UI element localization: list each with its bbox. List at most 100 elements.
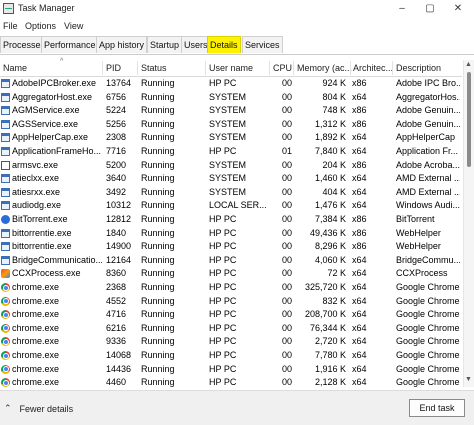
process-name: chrome.exe xyxy=(12,363,60,374)
col-user-name[interactable]: User name xyxy=(209,63,253,73)
process-status: Running xyxy=(141,227,175,238)
scroll-thumb[interactable] xyxy=(467,72,471,167)
tab-services[interactable]: Services xyxy=(242,36,283,53)
maximize-button[interactable]: ▢ xyxy=(416,0,444,16)
table-row[interactable]: chrome.exe 4716 Running HP PC 00 208,700 K x64… xyxy=(0,308,462,321)
table-row[interactable]: chrome.exe 9336 Running HP PC 00 2,720 K x64 Go… xyxy=(0,335,462,348)
process-architecture: x64 xyxy=(352,146,367,156)
table-row[interactable]: chrome.exe 4460 Running HP PC 00 2,128 K x64 Go… xyxy=(0,376,462,387)
col-pid[interactable]: PID xyxy=(106,63,121,73)
process-status: Running xyxy=(141,173,175,184)
scroll-up-icon[interactable]: ▲ xyxy=(465,61,472,68)
process-user: HP PC xyxy=(209,146,237,156)
table-row[interactable]: BitTorrent.exe 12812 Running HP PC 00 7,384 K… xyxy=(0,213,462,226)
process-cpu: 00 xyxy=(281,241,292,252)
table-row[interactable]: bittorrentie.exe 1840 Running HP PC 00 49,436… xyxy=(0,227,462,240)
process-name: atiesrxx.exe xyxy=(12,186,61,197)
process-user: SYSTEM xyxy=(209,173,247,184)
table-row[interactable]: audiodg.exe 10312 Running LOCAL SER... 00 1,4… xyxy=(0,199,462,212)
menu-bar: File Options View xyxy=(0,18,474,34)
process-name: BitTorrent.exe xyxy=(12,214,68,224)
window-icon xyxy=(1,242,10,252)
process-status: Running xyxy=(141,118,175,129)
process-status: Running xyxy=(141,214,175,224)
process-status: Running xyxy=(141,309,175,320)
minimize-button[interactable]: – xyxy=(388,0,416,16)
table-row[interactable]: armsvc.exe 5200 Running SYSTEM 00 204 K x86 Ado… xyxy=(0,159,462,172)
table-row[interactable]: chrome.exe 14436 Running HP PC 00 1,916 K x64 G… xyxy=(0,363,462,376)
process-user: HP PC xyxy=(209,377,237,387)
process-memory: 924 K xyxy=(322,78,346,88)
table-row[interactable]: atiesrxx.exe 3492 Running SYSTEM 00 404 K x64 A… xyxy=(0,186,462,199)
column-divider[interactable] xyxy=(137,61,138,75)
chrome-icon xyxy=(1,296,10,306)
vertical-scrollbar[interactable]: ▲ ▼ xyxy=(463,60,474,387)
process-memory: 49,436 K xyxy=(309,227,346,238)
process-architecture: x86 xyxy=(352,159,367,170)
chrome-icon xyxy=(1,283,10,292)
process-name: chrome.exe xyxy=(12,309,60,320)
window-title: Task Manager xyxy=(18,3,75,13)
table-row[interactable]: AppHelperCap.exe 2308 Running SYSTEM 00 1,892… xyxy=(0,131,462,144)
process-memory: 7,840 K xyxy=(314,146,346,156)
window-icon xyxy=(1,187,10,197)
menu-file[interactable]: File xyxy=(3,21,18,31)
table-row[interactable]: AggregatorHost.exe 6756 Running SYSTEM 00 804… xyxy=(0,91,462,104)
process-pid: 10312 xyxy=(106,200,132,211)
process-architecture: x86 xyxy=(352,118,367,129)
column-divider[interactable] xyxy=(392,61,393,75)
process-description: Google Chrome xyxy=(396,322,460,333)
col-description[interactable]: Description xyxy=(396,63,441,73)
window-icon xyxy=(1,79,10,88)
table-row[interactable]: BridgeCommunicatio... 12164 Running HP PC 00… xyxy=(0,254,462,267)
table-row[interactable]: chrome.exe 6216 Running HP PC 00 76,344 K x64 G… xyxy=(0,322,462,335)
table-row[interactable]: CCXProcess.exe 8360 Running HP PC 00 72 K x64 C… xyxy=(0,267,462,280)
col-name[interactable]: Name xyxy=(3,63,27,73)
process-description: Adobe IPC Bro... xyxy=(396,78,460,88)
table-row[interactable]: atieclxx.exe 3640 Running SYSTEM 00 1,460 K x6… xyxy=(0,172,462,185)
process-architecture: x64 xyxy=(352,377,367,387)
process-architecture: x86 xyxy=(352,241,367,252)
col-cpu[interactable]: CPU xyxy=(273,63,292,73)
process-pid: 7716 xyxy=(106,146,127,156)
process-memory: 404 K xyxy=(322,186,346,197)
col-status[interactable]: Status xyxy=(141,63,167,73)
process-cpu: 00 xyxy=(281,200,292,211)
process-user: LOCAL SER... xyxy=(209,200,267,211)
column-divider[interactable] xyxy=(269,61,270,75)
menu-options[interactable]: Options xyxy=(25,21,56,31)
tab-details[interactable]: Details xyxy=(207,36,241,53)
process-user: SYSTEM xyxy=(209,91,247,102)
process-user: SYSTEM xyxy=(209,159,247,170)
col-memory[interactable]: Memory (ac... xyxy=(297,63,352,73)
tab-app-history[interactable]: App history xyxy=(96,36,148,53)
process-memory: 832 K xyxy=(322,295,346,306)
column-divider[interactable] xyxy=(350,61,351,75)
table-row[interactable]: AdobeIPCBroker.exe 13764 Running HP PC 00 924… xyxy=(0,77,462,90)
process-user: HP PC xyxy=(209,363,237,374)
end-task-button[interactable]: End task xyxy=(409,399,465,417)
process-name: ApplicationFrameHo... xyxy=(12,146,102,156)
table-row[interactable]: ApplicationFrameHo... 7716 Running HP PC 01 7… xyxy=(0,145,462,158)
table-row[interactable]: chrome.exe 14068 Running HP PC 00 7,780 K x64 G… xyxy=(0,349,462,362)
column-divider[interactable] xyxy=(102,61,103,75)
fewer-details-button[interactable]: ⌃ Fewer details xyxy=(4,403,73,414)
process-name: CCXProcess.exe xyxy=(12,268,81,279)
process-user: HP PC xyxy=(209,322,237,333)
close-button[interactable]: ✕ xyxy=(444,0,472,16)
tab-performance[interactable]: Performance xyxy=(41,36,99,53)
table-row[interactable]: bittorrentie.exe 14900 Running HP PC 00 8,296… xyxy=(0,240,462,253)
table-row[interactable]: AGMService.exe 5224 Running SYSTEM 00 748 K x8… xyxy=(0,104,462,117)
menu-view[interactable]: View xyxy=(64,21,83,31)
process-user: SYSTEM xyxy=(209,105,247,116)
process-pid: 14436 xyxy=(106,363,132,374)
table-row[interactable]: AGSService.exe 5256 Running SYSTEM 00 1,312 K… xyxy=(0,118,462,131)
column-divider[interactable] xyxy=(293,61,294,75)
tab-startup[interactable]: Startup xyxy=(147,36,183,53)
process-cpu: 00 xyxy=(281,322,292,333)
column-divider[interactable] xyxy=(205,61,206,75)
col-architecture[interactable]: Architec... xyxy=(353,63,393,73)
scroll-down-icon[interactable]: ▼ xyxy=(465,376,472,383)
table-row[interactable]: chrome.exe 4552 Running HP PC 00 832 K x64 Goog… xyxy=(0,295,462,308)
table-row[interactable]: chrome.exe 2368 Running HP PC 00 325,720 K x64… xyxy=(0,281,462,294)
